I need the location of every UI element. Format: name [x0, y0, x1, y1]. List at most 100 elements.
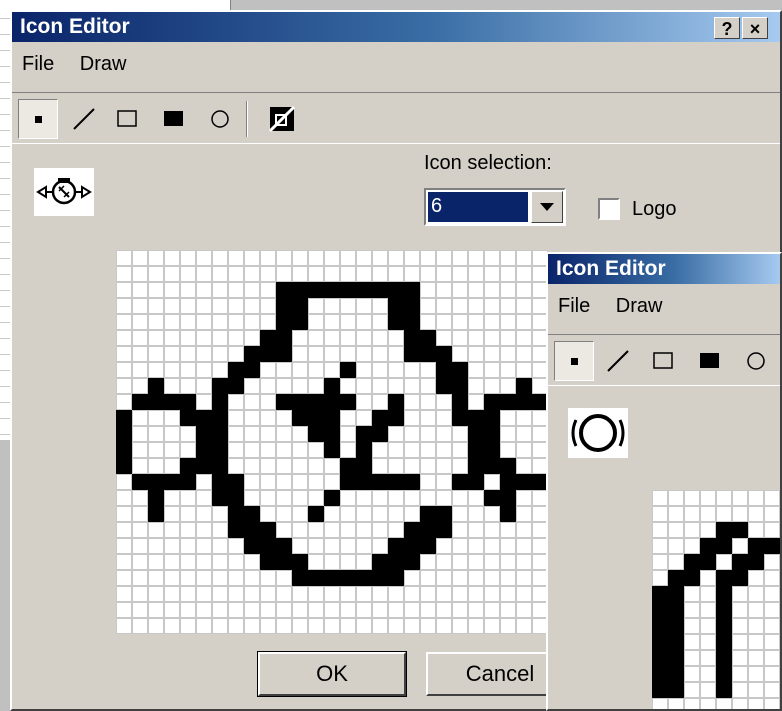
pixel-cell-off[interactable]	[484, 570, 500, 586]
pixel-cell-off[interactable]	[340, 586, 356, 602]
pixel-cell-off[interactable]	[452, 250, 468, 266]
pixel-cell-secondary-off[interactable]	[764, 570, 780, 586]
pixel-cell-on[interactable]	[180, 394, 196, 410]
pixel-cell-off[interactable]	[148, 602, 164, 618]
pixel-cell-secondary-off[interactable]	[748, 650, 764, 666]
pixel-cell-secondary-off[interactable]	[700, 650, 716, 666]
pixel-cell-on[interactable]	[388, 570, 404, 586]
pixel-cell-off[interactable]	[436, 570, 452, 586]
pixel-cell-secondary-off[interactable]	[700, 602, 716, 618]
pixel-cell-on[interactable]	[228, 362, 244, 378]
pixel-cell-off[interactable]	[356, 314, 372, 330]
pixel-cell-off[interactable]	[500, 554, 516, 570]
pixel-cell-off[interactable]	[212, 554, 228, 570]
pixel-cell-on[interactable]	[404, 538, 420, 554]
pixel-cell-on[interactable]	[340, 474, 356, 490]
pixel-cell-off[interactable]	[308, 490, 324, 506]
pixel-cell-on[interactable]	[468, 410, 484, 426]
help-button[interactable]: ?	[714, 17, 740, 39]
pixel-cell-off[interactable]	[516, 554, 532, 570]
pixel-cell-on[interactable]	[308, 394, 324, 410]
pixel-cell-off[interactable]	[468, 570, 484, 586]
pixel-cell-off[interactable]	[404, 490, 420, 506]
pixel-cell-secondary-off[interactable]	[748, 618, 764, 634]
pixel-cell-off[interactable]	[516, 618, 532, 634]
icon-selection-dropdown[interactable]: 6	[424, 188, 566, 226]
pixel-cell-off[interactable]	[324, 522, 340, 538]
pixel-cell-off[interactable]	[388, 458, 404, 474]
menu-file[interactable]: File	[12, 48, 64, 80]
pixel-cell-off[interactable]	[484, 346, 500, 362]
pixel-cell-off[interactable]	[356, 618, 372, 634]
pixel-cell-off[interactable]	[340, 506, 356, 522]
pixel-cell-on[interactable]	[292, 314, 308, 330]
pixel-cell-on[interactable]	[404, 554, 420, 570]
pixel-tool-button-secondary[interactable]	[554, 341, 594, 381]
pixel-cell-off[interactable]	[276, 506, 292, 522]
pixel-cell-off[interactable]	[356, 522, 372, 538]
pixel-cell-off[interactable]	[436, 586, 452, 602]
pixel-cell-off[interactable]	[468, 522, 484, 538]
pixel-cell-off[interactable]	[308, 330, 324, 346]
pixel-cell-off[interactable]	[324, 602, 340, 618]
pixel-cell-off[interactable]	[292, 602, 308, 618]
pixel-cell-off[interactable]	[164, 522, 180, 538]
pixel-cell-on[interactable]	[196, 458, 212, 474]
pixel-cell-off[interactable]	[308, 346, 324, 362]
pixel-cell-on[interactable]	[308, 410, 324, 426]
pixel-cell-secondary-on[interactable]	[652, 634, 668, 650]
pixel-cell-off[interactable]	[132, 378, 148, 394]
rectangle-tool-button-secondary[interactable]	[644, 341, 684, 381]
pixel-cell-off[interactable]	[244, 250, 260, 266]
pixel-cell-secondary-off[interactable]	[716, 698, 732, 710]
rectangle-tool-button[interactable]	[108, 99, 148, 139]
pixel-cell-off[interactable]	[164, 490, 180, 506]
pixel-cell-off[interactable]	[244, 378, 260, 394]
pixel-cell-secondary-on[interactable]	[652, 602, 668, 618]
pixel-cell-off[interactable]	[388, 618, 404, 634]
pixel-cell-off[interactable]	[436, 474, 452, 490]
pixel-cell-off[interactable]	[500, 250, 516, 266]
pixel-cell-off[interactable]	[196, 554, 212, 570]
pixel-cell-off[interactable]	[452, 602, 468, 618]
pixel-cell-off[interactable]	[468, 298, 484, 314]
pixel-cell-off[interactable]	[484, 330, 500, 346]
pixel-cell-off[interactable]	[452, 490, 468, 506]
pixel-cell-off[interactable]	[500, 298, 516, 314]
pixel-cell-off[interactable]	[228, 538, 244, 554]
pixel-cell-off[interactable]	[244, 458, 260, 474]
pixel-cell-off[interactable]	[260, 442, 276, 458]
pixel-cell-secondary-off[interactable]	[700, 586, 716, 602]
pixel-cell-off[interactable]	[388, 602, 404, 618]
pixel-cell-on[interactable]	[468, 426, 484, 442]
pixel-cell-secondary-off[interactable]	[668, 522, 684, 538]
pixel-cell-on[interactable]	[452, 378, 468, 394]
pixel-cell-off[interactable]	[516, 410, 532, 426]
pixel-cell-off[interactable]	[196, 618, 212, 634]
pixel-cell-secondary-off[interactable]	[668, 490, 684, 506]
pixel-cell-off[interactable]	[516, 586, 532, 602]
pixel-cell-on[interactable]	[356, 426, 372, 442]
pixel-cell-off[interactable]	[132, 458, 148, 474]
pixel-cell-off[interactable]	[196, 266, 212, 282]
pixel-cell-off[interactable]	[116, 522, 132, 538]
pixel-cell-on[interactable]	[244, 506, 260, 522]
pixel-cell-on[interactable]	[500, 394, 516, 410]
pixel-cell-off[interactable]	[340, 298, 356, 314]
pixel-cell-on[interactable]	[356, 474, 372, 490]
pixel-cell-on[interactable]	[340, 458, 356, 474]
pixel-cell-on[interactable]	[148, 506, 164, 522]
pixel-cell-on[interactable]	[324, 282, 340, 298]
menu-file-secondary[interactable]: File	[548, 290, 600, 322]
pixel-cell-secondary-off[interactable]	[732, 682, 748, 698]
pixel-cell-off[interactable]	[436, 554, 452, 570]
pixel-cell-off[interactable]	[340, 554, 356, 570]
pixel-cell-on[interactable]	[244, 362, 260, 378]
pixel-cell-off[interactable]	[148, 410, 164, 426]
pixel-cell-off[interactable]	[276, 266, 292, 282]
pixel-cell-on[interactable]	[388, 314, 404, 330]
pixel-tool-button[interactable]	[18, 99, 58, 139]
pixel-cell-off[interactable]	[356, 378, 372, 394]
pixel-cell-secondary-off[interactable]	[748, 506, 764, 522]
pixel-cell-on[interactable]	[340, 282, 356, 298]
